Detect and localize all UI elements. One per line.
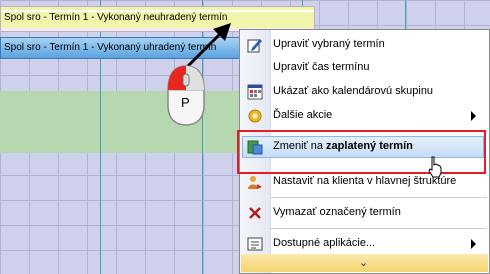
actions-icon	[248, 109, 262, 123]
client-icon	[248, 176, 262, 189]
menu-item-label: Vymazať označený termín	[273, 206, 401, 218]
menu-item-set-client[interactable]: Nastaviť na klienta v hlavnej štruktúre	[240, 171, 489, 193]
menu-item-label: Dostupné aplikácie...	[273, 237, 376, 249]
delete-icon	[249, 207, 261, 219]
edit-icon	[247, 39, 262, 53]
menu-item-edit-term[interactable]: Upraviť vybraný termín	[240, 34, 489, 56]
scroll-down-icon: ⌄	[359, 257, 369, 269]
menu-item-label: Ukázať ako kalendárovú skupinu	[273, 85, 434, 97]
menu-item-label: Upraviť čas termínu	[273, 61, 370, 73]
menu-separator	[271, 197, 487, 198]
menu-item-available-apps[interactable]: Dostupné aplikácie...	[240, 233, 489, 255]
apps-icon	[247, 237, 263, 251]
menu-item-label: Upraviť vybraný termín	[273, 38, 385, 50]
menu-item-label: Ďalšie akcie	[273, 109, 333, 121]
menu-item-more-actions[interactable]: Ďalšie akcie	[240, 105, 489, 127]
menu-separator	[271, 228, 487, 229]
menu-scroll-down[interactable]: ⌄	[241, 254, 488, 272]
mouse-button-label: P	[181, 95, 190, 110]
mouse-right-click-icon: P	[167, 65, 205, 126]
menu-item-calendar-group[interactable]: Ukázať ako kalendárovú skupinu	[240, 81, 489, 103]
submenu-arrow-icon	[471, 239, 476, 249]
menu-item-delete-term[interactable]: Vymazať označený termín	[240, 202, 489, 224]
submenu-arrow-icon	[471, 111, 476, 121]
hand-cursor-icon	[428, 156, 442, 178]
calendar-grid-icon	[247, 84, 263, 100]
menu-item-edit-time[interactable]: Upraviť čas termínu	[240, 57, 489, 79]
highlight-frame	[237, 130, 486, 174]
